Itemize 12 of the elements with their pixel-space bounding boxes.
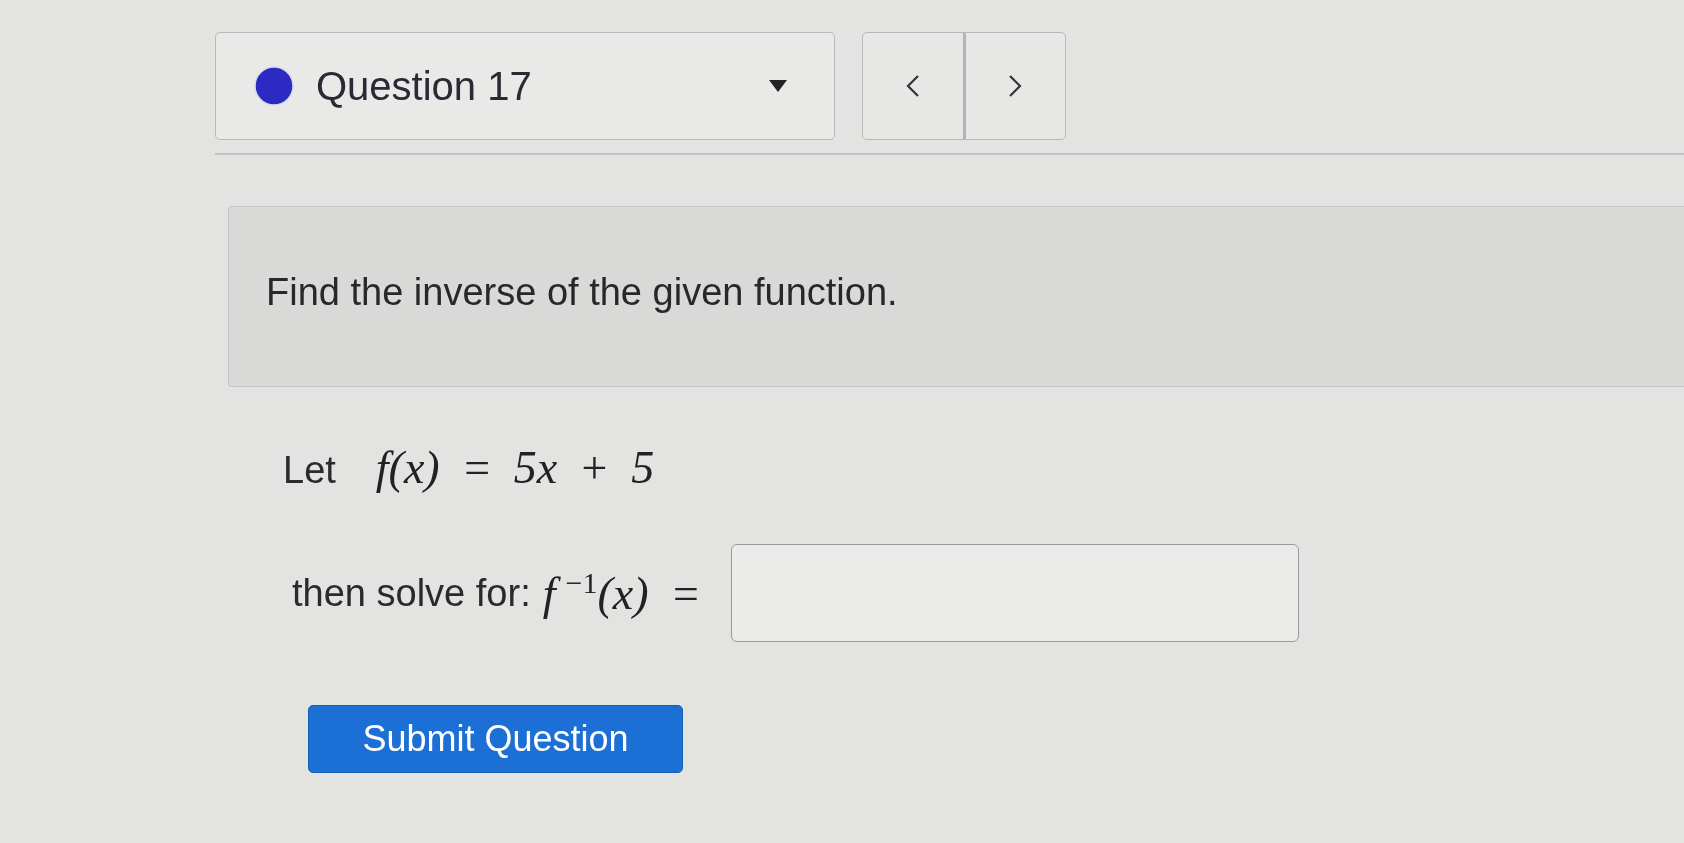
status-dot-icon: [254, 66, 294, 106]
chevron-right-icon: [1008, 74, 1023, 98]
function-formula: f(x) = 5x + 5: [375, 441, 655, 494]
solve-label: then solve for:: [292, 571, 531, 615]
prompt-text: Find the inverse of the given function.: [266, 271, 898, 314]
caret-icon: [768, 79, 788, 93]
inverse-formula: f$^{−1}$(x) =: [542, 565, 701, 621]
question-dropdown[interactable]: Question 17: [215, 32, 835, 140]
given-label: Let: [283, 449, 336, 492]
answer-field[interactable]: [731, 544, 1299, 642]
submit-button[interactable]: Submit Question: [308, 705, 683, 773]
chevron-left-icon: [905, 74, 920, 98]
